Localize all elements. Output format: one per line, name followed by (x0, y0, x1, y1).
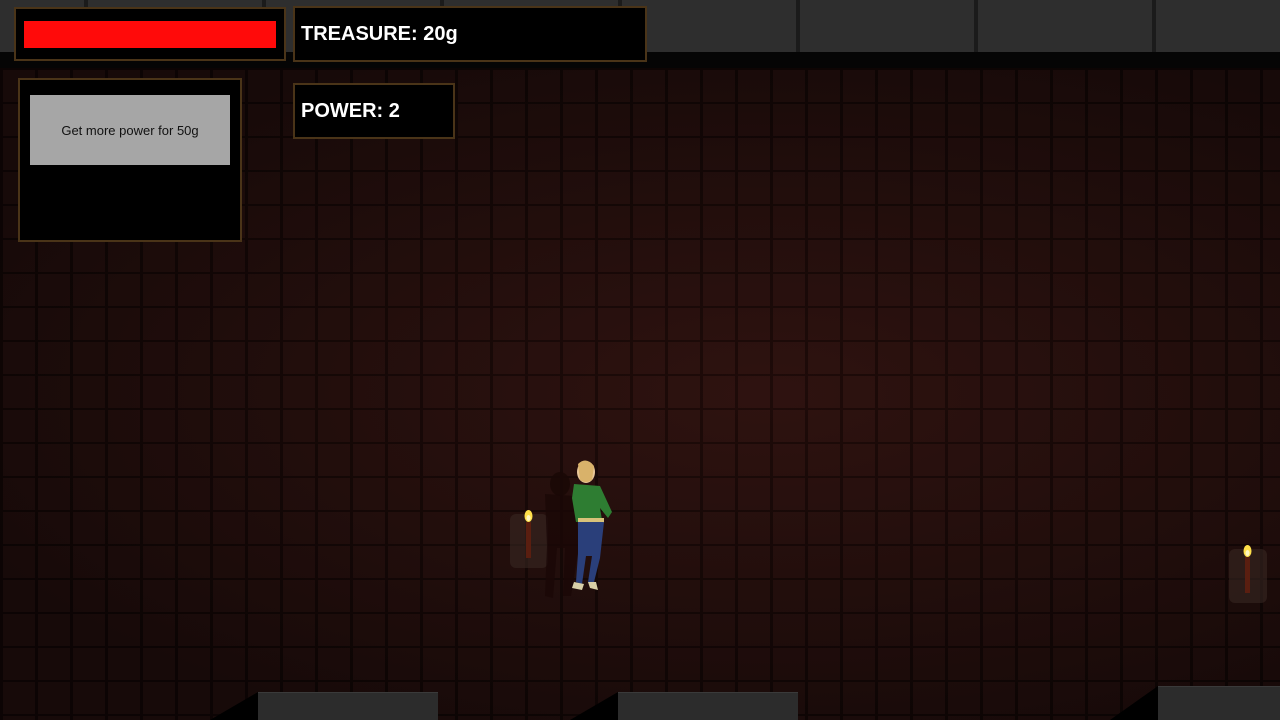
floor-ramp (210, 692, 258, 720)
treasure-panel: TREASURE: 20g (293, 6, 647, 62)
game-scene: TREASURE: 20g POWER: 2 Get more power fo… (0, 0, 1280, 720)
floor-platform (618, 692, 798, 720)
floor-platform (258, 692, 438, 720)
buy-power-button[interactable]: Get more power for 50g (30, 95, 230, 165)
treasure-counter: TREASURE: 20g (301, 22, 458, 45)
player-character (560, 458, 620, 594)
health-panel (14, 7, 286, 61)
power-counter: POWER: 2 (301, 99, 400, 122)
health-bar-fill (24, 21, 276, 48)
shop-panel: Get more power for 50g (18, 78, 242, 242)
health-bar (24, 21, 276, 48)
floor-ramp (1110, 686, 1158, 720)
floor-ramp (570, 692, 618, 720)
floor-platform (1158, 686, 1280, 720)
torch-icon (1229, 543, 1267, 603)
power-panel: POWER: 2 (293, 83, 455, 139)
